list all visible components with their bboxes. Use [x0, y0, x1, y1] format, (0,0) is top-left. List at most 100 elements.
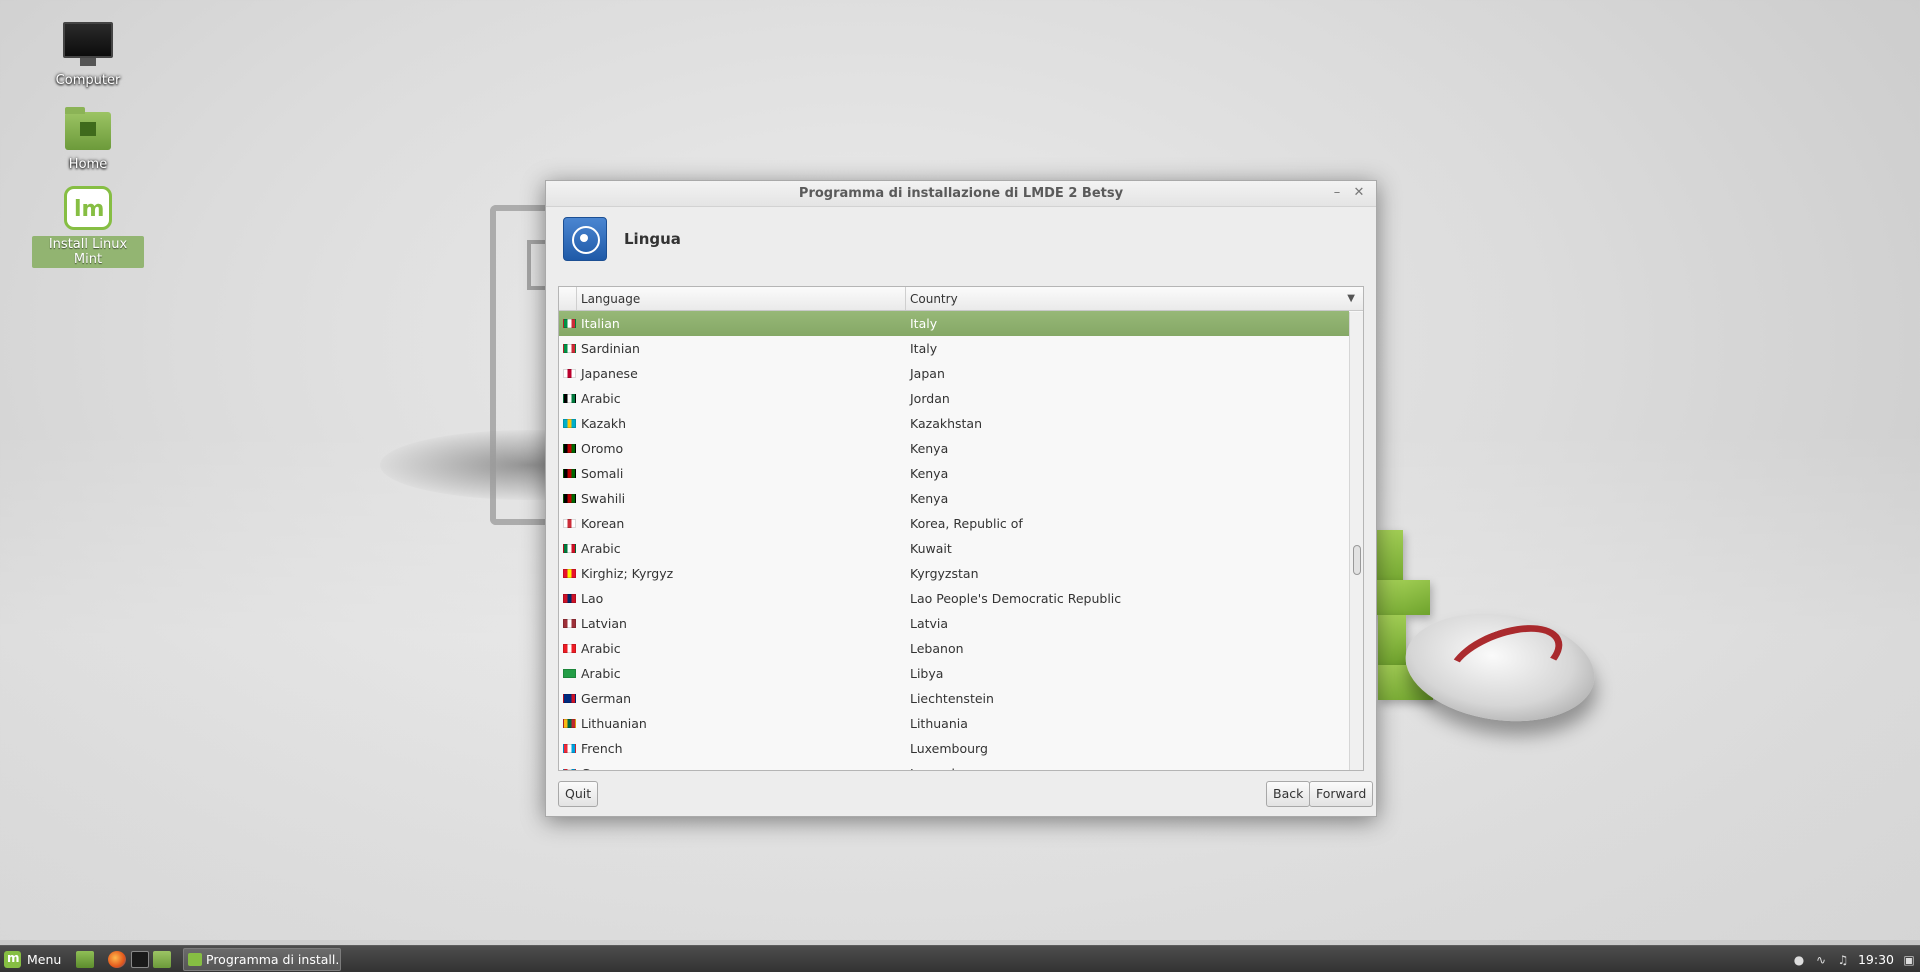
table-row[interactable]: Arabic Libya [559, 661, 1349, 686]
united-nations-icon [563, 217, 607, 261]
flag-icon [563, 444, 576, 453]
flag-cell [559, 636, 581, 661]
country-cell: Lithuania [910, 716, 968, 731]
column-header-country[interactable]: Country ▼ [906, 287, 1363, 310]
flag-cell [559, 386, 581, 411]
back-button[interactable]: Back [1266, 781, 1311, 807]
terminal-launcher-icon[interactable] [131, 951, 149, 968]
vertical-scrollbar[interactable] [1349, 312, 1363, 770]
quit-button[interactable]: Quit [558, 781, 599, 807]
country-cell: Italy [910, 316, 938, 331]
language-cell: Swahili [581, 491, 626, 506]
files-launcher-icon[interactable] [153, 951, 171, 968]
table-row[interactable]: French Luxembourg [559, 736, 1349, 761]
table-row[interactable]: Somali Kenya [559, 461, 1349, 486]
taskbar: Menu Programma di install... ● ∿ ♫ 19:30… [0, 945, 1920, 972]
table-row[interactable]: Lithuanian Lithuania [559, 711, 1349, 736]
flag-cell [559, 686, 581, 711]
desktop-icon-computer[interactable]: Computer [32, 22, 144, 89]
table-row[interactable]: German Liechtenstein [559, 686, 1349, 711]
flag-icon [563, 669, 576, 678]
desktop-icon-home[interactable]: Home [32, 107, 144, 173]
firefox-launcher-icon[interactable] [108, 951, 126, 968]
country-cell: Liechtenstein [910, 691, 994, 706]
table-row[interactable]: Japanese Japan [559, 361, 1349, 386]
language-cell: Oromo [581, 441, 624, 456]
network-icon[interactable]: ∿ [1814, 953, 1828, 967]
table-row[interactable]: Kirghiz; Kyrgyz Kyrgyzstan [559, 561, 1349, 586]
flag-icon [563, 419, 576, 428]
installer-window: Programma di installazione di LMDE 2 Bet… [545, 180, 1377, 817]
flag-icon [563, 744, 576, 753]
country-cell: Kenya [910, 466, 949, 481]
system-tray: ● ∿ ♫ 19:30 ▣ [1792, 946, 1916, 972]
table-row[interactable]: Latvian Latvia [559, 611, 1349, 636]
flag-cell [559, 761, 581, 770]
clock[interactable]: 19:30 [1858, 952, 1894, 967]
language-cell: Kazakh [581, 416, 627, 431]
user-icon[interactable]: ● [1792, 953, 1806, 967]
desktop-icon-label: Install Linux Mint [32, 236, 144, 268]
language-cell: Italian [581, 316, 620, 331]
menu-button[interactable]: Menu [4, 948, 61, 970]
close-icon[interactable]: ✕ [1350, 181, 1368, 207]
minimize-icon[interactable]: – [1328, 181, 1346, 207]
table-row[interactable]: Korean Korea, Republic of [559, 511, 1349, 536]
computer-icon [63, 22, 113, 66]
flag-icon [563, 344, 576, 353]
wallpaper-block [1378, 615, 1406, 665]
home-folder-icon [65, 107, 111, 150]
flag-icon [563, 469, 576, 478]
table-header: Language Country ▼ [559, 287, 1363, 311]
desktop-icon-label: Home [68, 157, 108, 172]
show-desktop-icon[interactable]: ▣ [1902, 953, 1916, 967]
desktop-icon-install-linux-mint[interactable]: lm Install Linux Mint [32, 186, 144, 268]
flag-cell [559, 661, 581, 686]
language-cell: German [581, 761, 910, 770]
flag-icon [563, 544, 576, 553]
country-cell: Korea, Republic of [910, 516, 1023, 531]
table-row[interactable]: Arabic Lebanon [559, 636, 1349, 661]
forward-button[interactable]: Forward [1309, 781, 1374, 807]
language-cell: Lithuanian [581, 716, 647, 731]
table-row[interactable]: Arabic Kuwait [559, 536, 1349, 561]
scrollbar-thumb[interactable] [1353, 545, 1361, 575]
table-row[interactable]: GermanLuxembourg [559, 761, 1349, 770]
table-row[interactable]: Lao Lao People's Democratic Republic [559, 586, 1349, 611]
language-cell: Arabic [581, 641, 621, 656]
flag-cell [559, 411, 581, 436]
column-header-language[interactable]: Language [577, 287, 906, 310]
table-row[interactable]: Arabic Jordan [559, 386, 1349, 411]
table-row[interactable]: Kazakh Kazakhstan [559, 411, 1349, 436]
language-cell: Kirghiz; Kyrgyz [581, 566, 674, 581]
table-row[interactable]: Sardinian Italy [559, 336, 1349, 361]
volume-icon[interactable]: ♫ [1836, 953, 1850, 967]
table-row[interactable]: Italian Italy [559, 311, 1349, 336]
flag-cell [559, 611, 581, 636]
window-title: Programma di installazione di LMDE 2 Bet… [798, 186, 1124, 201]
flag-icon [563, 319, 576, 328]
flag-icon [563, 369, 576, 378]
flag-icon [563, 694, 576, 703]
taskbar-window-button[interactable]: Programma di install... [183, 948, 341, 971]
language-cell: Korean [581, 516, 625, 531]
flag-cell [559, 711, 581, 736]
show-desktop-launcher-icon[interactable] [76, 951, 94, 968]
flag-cell [559, 486, 581, 511]
language-cell: Japanese [581, 366, 638, 381]
flag-cell [559, 536, 581, 561]
language-cell: Lao [581, 591, 604, 606]
flag-icon [563, 569, 576, 578]
flag-icon [563, 644, 576, 653]
column-header-flag[interactable] [559, 287, 577, 310]
table-row[interactable]: Swahili Kenya [559, 486, 1349, 511]
column-header-country-label: Country [910, 292, 958, 306]
country-cell: Luxembourg [910, 761, 1349, 770]
window-titlebar[interactable]: Programma di installazione di LMDE 2 Bet… [546, 181, 1376, 207]
flag-cell [559, 561, 581, 586]
language-cell: French [581, 741, 623, 756]
flag-icon [563, 719, 576, 728]
table-row[interactable]: Oromo Kenya [559, 436, 1349, 461]
language-cell: Arabic [581, 541, 621, 556]
linux-mint-menu-icon [4, 948, 21, 969]
